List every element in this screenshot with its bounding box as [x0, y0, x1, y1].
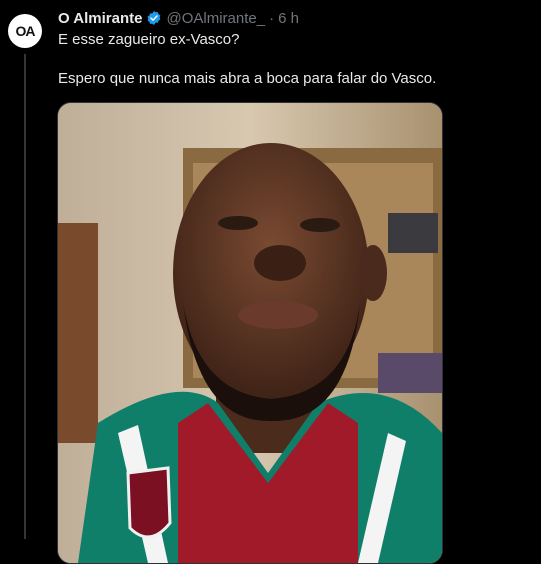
verified-badge-icon — [148, 11, 161, 25]
separator-dot: · — [269, 9, 275, 27]
avatar-text: OA — [15, 23, 36, 39]
tweet-text-line-2: Espero que nunca mais abra a boca para f… — [58, 70, 437, 87]
thread-line — [24, 54, 26, 539]
author-name[interactable]: O Almirante — [58, 10, 142, 27]
media-image — [58, 103, 442, 563]
author-handle[interactable]: @OAlmirante_ — [166, 10, 265, 27]
tweet-text-line-1: E esse zagueiro ex-Vasco? — [58, 31, 240, 48]
tweet-media[interactable] — [57, 102, 443, 564]
tweet-header: O Almirante @OAlmirante_ · 6 h — [58, 8, 299, 28]
timestamp[interactable]: 6 h — [278, 10, 299, 27]
avatar[interactable]: OA — [8, 14, 42, 48]
